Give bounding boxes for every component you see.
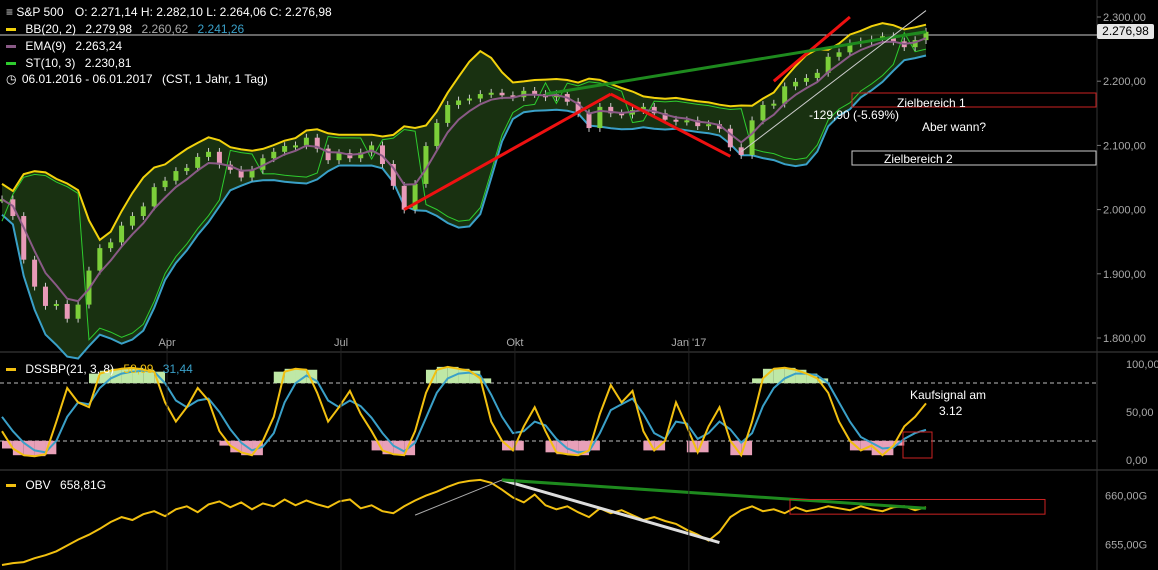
- y-tick-label: 2.200,00: [1103, 76, 1146, 88]
- candle-body: [445, 104, 451, 123]
- y-tick-label: 2.300,00: [1103, 12, 1146, 24]
- candle-body: [140, 206, 146, 217]
- candle-body: [64, 303, 70, 319]
- candle-body: [466, 98, 472, 101]
- candle-body: [706, 124, 712, 127]
- candle-body: [293, 145, 299, 148]
- candle-body: [586, 113, 592, 129]
- candle-body: [42, 286, 48, 306]
- candle-body: [836, 52, 842, 57]
- candle-body: [162, 180, 168, 188]
- candle-body: [97, 248, 103, 271]
- candle-body: [814, 72, 820, 78]
- price-candle: [32, 255, 38, 291]
- candle-body: [151, 187, 157, 207]
- y-tick-label: 2.100,00: [1103, 140, 1146, 152]
- candle-body: [401, 185, 407, 210]
- candle-body: [532, 90, 538, 95]
- candle-body: [206, 151, 212, 157]
- candle-body: [195, 156, 201, 168]
- candle-body: [749, 120, 755, 156]
- candle-body: [129, 216, 135, 226]
- overbought-fill: [121, 367, 133, 384]
- chart-canvas[interactable]: 1.800,00 1.900,00 2.000,00 2.100,00 2.200,00…: [0, 0, 1158, 570]
- osc-y-tick-label: 50,00: [1126, 407, 1154, 419]
- candle-body: [771, 103, 777, 106]
- candle-body: [477, 94, 483, 99]
- x-tick-label: Jul: [334, 337, 348, 349]
- obv-y-tick-label: 660,00G: [1105, 491, 1147, 503]
- osc-y-tick-label: 0,00: [1126, 455, 1147, 467]
- candle-body: [434, 122, 440, 147]
- price-candle: [21, 212, 27, 264]
- candle-body: [673, 119, 679, 122]
- candle-body: [282, 146, 288, 152]
- candle-body: [456, 100, 462, 105]
- x-tick-label: Okt: [506, 337, 523, 349]
- candle-body: [803, 77, 809, 82]
- osc-y-tick-label: 100,00: [1126, 359, 1158, 371]
- candle-body: [173, 171, 179, 181]
- candle-body: [75, 304, 81, 319]
- candle-body: [271, 151, 277, 159]
- candle-body: [793, 81, 799, 87]
- y-tick-label: 2.000,00: [1103, 205, 1146, 217]
- price-candle: [727, 124, 733, 152]
- candle-body: [32, 259, 38, 287]
- candle-body: [738, 147, 744, 156]
- price-candle: [749, 116, 755, 159]
- y-tick-label: 1.900,00: [1103, 269, 1146, 281]
- candle-body: [499, 92, 505, 96]
- candle-body: [488, 92, 494, 95]
- candle-body: [684, 120, 690, 123]
- price-candle: [434, 119, 440, 150]
- candle-body: [108, 242, 114, 249]
- price-candle: [597, 103, 603, 132]
- price-candle: [42, 282, 48, 310]
- y-tick-label: 1.800,00: [1103, 333, 1146, 345]
- candle-body: [336, 153, 342, 161]
- candle-body: [184, 167, 190, 172]
- x-tick-label: Jan '17: [671, 337, 706, 349]
- obv-y-tick-label: 655,00G: [1105, 539, 1147, 551]
- candle-body: [303, 137, 309, 146]
- candle-body: [53, 303, 59, 306]
- x-tick-label: Apr: [158, 337, 175, 349]
- candle-body: [760, 104, 766, 121]
- candle-body: [119, 225, 125, 243]
- oversold-fill: [567, 440, 579, 456]
